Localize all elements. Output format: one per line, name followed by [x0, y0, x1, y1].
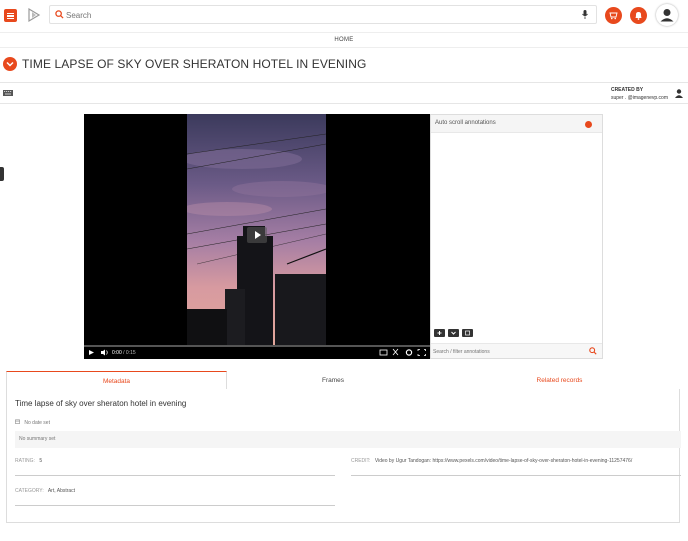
time-total: / 0:15 [123, 350, 136, 356]
search-icon[interactable] [55, 10, 64, 19]
tab-metadata[interactable]: Metadata [6, 371, 227, 390]
chevron-down-icon[interactable] [448, 329, 460, 337]
settings-icon[interactable] [405, 349, 413, 356]
created-by-value: super . @imagenevp.com [610, 95, 668, 101]
keyboard-icon[interactable] [3, 90, 13, 96]
user-avatar-icon[interactable] [656, 4, 678, 26]
annotation-tools [434, 329, 474, 339]
user-icon[interactable] [675, 89, 683, 98]
annotation-search-input[interactable] [433, 347, 583, 356]
search-bar [49, 5, 597, 24]
auto-scroll-toggle[interactable] [585, 121, 592, 128]
metadata-panel: Time lapse of sky over sheraton hotel in… [6, 389, 681, 523]
created-by-label: CREATED BY [610, 87, 644, 93]
date-value: No date set [24, 420, 50, 426]
tab-related-records[interactable]: Related records [439, 371, 680, 390]
calendar-icon [15, 419, 20, 424]
nav-home-link[interactable]: HOME [334, 37, 353, 43]
play-icon[interactable] [89, 350, 94, 355]
record-tabs: Metadata Frames Related records [6, 371, 680, 390]
captions-icon[interactable] [379, 349, 388, 356]
annotation-list-icon[interactable] [462, 329, 474, 337]
category-field[interactable]: CATEGORY: Art, Abstract [15, 488, 335, 506]
annotations-header: Auto scroll annotations [431, 115, 602, 133]
fullscreen-icon[interactable] [417, 349, 426, 356]
collapse-chevron-icon[interactable] [3, 57, 17, 71]
add-annotation-button[interactable] [434, 329, 445, 337]
summary-box[interactable]: No summary set [15, 431, 681, 448]
auto-scroll-label: Auto scroll annotations [435, 120, 496, 126]
rating-label: RATING: [15, 458, 35, 464]
volume-icon[interactable] [101, 349, 108, 356]
mic-icon[interactable] [582, 10, 588, 19]
video-player[interactable]: 0:00 / 0:15 [84, 114, 430, 359]
annotations-panel: Auto scroll annotations [430, 114, 603, 359]
page-title: TIME LAPSE OF SKY OVER SHERATON HOTEL IN… [22, 57, 367, 71]
scissors-icon[interactable] [392, 348, 399, 356]
main-nav: HOME [0, 32, 688, 48]
record-info-bar: CREATED BY super . @imagenevp.com [0, 82, 688, 104]
rating-field[interactable]: RATING: 5 [15, 458, 335, 476]
cart-icon[interactable] [605, 7, 622, 24]
annotation-search [431, 343, 602, 358]
category-label: CATEGORY: [15, 488, 44, 494]
summary-value: No summary set [19, 436, 56, 442]
side-panel-handle[interactable] [0, 167, 4, 181]
bell-icon[interactable] [630, 7, 647, 24]
category-value: Art, Abstract [47, 488, 76, 494]
top-bar [0, 0, 688, 32]
credit-field[interactable]: CREDIT: Video by Ugur Tandogan: https://… [351, 458, 681, 476]
credit-label: CREDIT: [351, 458, 371, 464]
tab-frames[interactable]: Frames [227, 371, 439, 390]
credit-value: Video by Ugur Tandogan: https://www.pexe… [374, 458, 633, 464]
play-overlay-icon[interactable] [247, 227, 267, 243]
play-logo-icon[interactable] [26, 7, 42, 23]
rating-value: 5 [39, 458, 43, 464]
search-input[interactable] [66, 9, 566, 21]
search-icon[interactable] [589, 347, 597, 355]
time-current: 0:00 [112, 350, 122, 356]
menu-icon[interactable] [4, 9, 17, 22]
metadata-title: Time lapse of sky over sheraton hotel in… [15, 399, 187, 408]
time-display: 0:00 / 0:15 [112, 350, 136, 356]
created-by: CREATED BY super . @imagenevp.com [611, 87, 668, 102]
date-row: No date set [15, 419, 50, 426]
